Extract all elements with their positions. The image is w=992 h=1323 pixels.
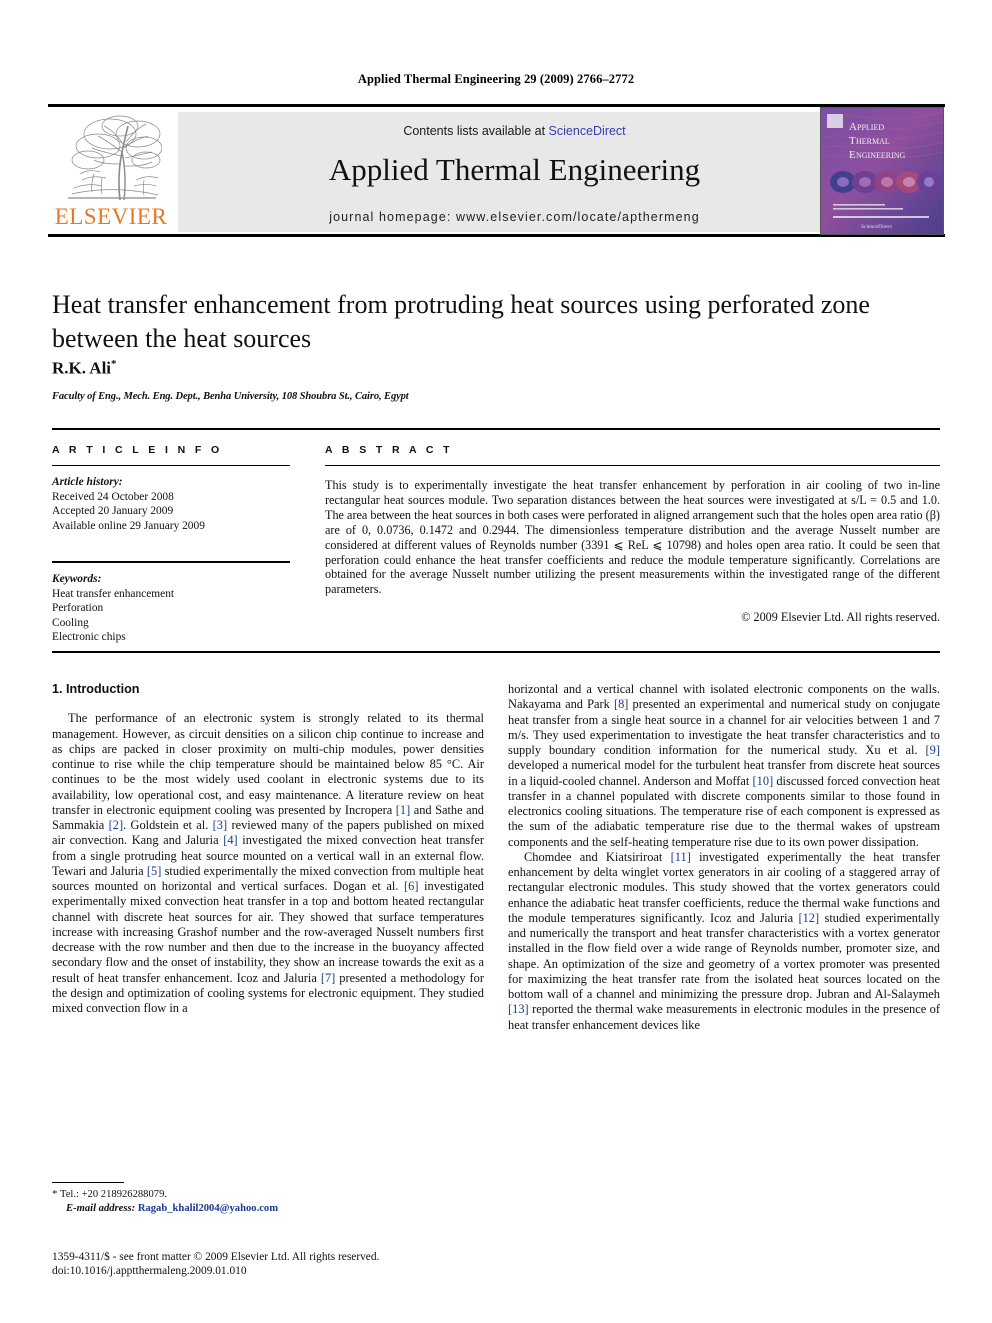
author-affiliation: Faculty of Eng., Mech. Eng. Dept., Benha… [52, 391, 409, 402]
citation-ref[interactable]: [9] [926, 743, 940, 757]
footnote-tel: Tel.: +20 218926288079. [59, 1189, 168, 1200]
article-history-label: Article history: [52, 476, 123, 488]
journal-header: ELSEVIER Contents lists available at Sci… [48, 104, 945, 237]
footnote-marker-icon: * [52, 1188, 58, 1200]
svg-text:T: T [849, 135, 856, 147]
intro-paragraph-left: The performance of an electronic system … [52, 711, 485, 1015]
abstract-divider [325, 465, 940, 466]
keywords-divider [52, 561, 290, 563]
running-head: Applied Thermal Engineering 29 (2009) 27… [357, 72, 635, 86]
footnote-email-label: E-mail address: [66, 1202, 136, 1214]
header-top-rule [48, 104, 945, 107]
citation-ref[interactable]: [5] [147, 864, 161, 878]
journal-homepage[interactable]: journal homepage: www.elsevier.com/locat… [178, 210, 851, 224]
abstract-column: A B S T R A C T This study is to experim… [325, 444, 940, 625]
svg-text:ScienceDirect: ScienceDirect [861, 224, 892, 230]
author-name: R.K. Ali* [52, 358, 117, 379]
header-bottom-rule [48, 234, 945, 237]
footer-issn-line: 1359-4311/$ - see front matter © 2009 El… [52, 1251, 380, 1263]
citation-ref[interactable]: [11] [671, 850, 691, 864]
intro-paragraph-right-1: horizontal and a vertical channel with i… [508, 682, 940, 849]
svg-text:HERMAL: HERMAL [856, 137, 890, 146]
keywords-label: Keywords: [52, 572, 102, 585]
footer-doi-line: doi:10.1016/j.apptthermaleng.2009.01.010 [52, 1265, 247, 1277]
panel-top-rule [52, 428, 940, 430]
paper-page: Applied Thermal Engineering 29 (2009) 27… [0, 0, 992, 1323]
body-column-left: 1. Introduction The performance of an el… [52, 682, 484, 1016]
footnote-block: * Tel.: +20 218926288079. E-mail address… [52, 1188, 484, 1215]
history-online: Available online 29 January 2009 [52, 519, 205, 532]
article-info-divider [52, 465, 290, 466]
footnote-tel-line: * Tel.: +20 218926288079. [52, 1188, 484, 1202]
svg-text:E: E [849, 149, 856, 161]
citation-ref[interactable]: [6] [404, 879, 418, 893]
journal-title: Applied Thermal Engineering [328, 152, 701, 187]
abstract-text: This study is to experimentally investig… [325, 478, 940, 597]
journal-banner: Contents lists available at ScienceDirec… [178, 112, 851, 232]
svg-text:A: A [849, 121, 857, 133]
citation-ref[interactable]: [2] [109, 818, 123, 832]
keyword-item: Heat transfer enhancement [52, 587, 175, 600]
keyword-item: Electronic chips [52, 631, 126, 644]
article-history-block: Article history: Received 24 October 200… [52, 475, 290, 533]
sciencedirect-link[interactable]: ScienceDirect [549, 124, 626, 138]
abstract-heading: A B S T R A C T [325, 444, 453, 456]
citation-ref[interactable]: [1] [396, 803, 410, 817]
citation-ref[interactable]: [12] [798, 911, 819, 925]
citation-ref[interactable]: [8] [614, 697, 628, 711]
citation-ref[interactable]: [4] [223, 833, 237, 847]
page-title: Heat transfer enhancement from protrudin… [52, 290, 870, 353]
citation-ref[interactable]: [13] [508, 1002, 529, 1016]
panel-bottom-rule [52, 651, 940, 653]
keyword-item: Cooling [52, 616, 89, 629]
abstract-copyright: © 2009 Elsevier Ltd. All rights reserved… [741, 610, 940, 625]
journal-cover-thumbnail: A PPLIED T HERMAL E NGINEERING ScienceDi… [820, 107, 944, 235]
history-accepted: Accepted 20 January 2009 [52, 505, 174, 518]
citation-ref[interactable]: [10] [753, 774, 774, 788]
footnote-email-link[interactable]: Ragab_khalil2004@yahoo.com [138, 1203, 278, 1214]
keywords-block: Keywords: Heat transfer enhancement Perf… [52, 572, 290, 645]
footnote-email-line: E-mail address: Ragab_khalil2004@yahoo.c… [52, 1202, 484, 1216]
footnote-rule [52, 1182, 124, 1183]
author-label: R.K. Ali [52, 358, 112, 378]
citation-ref[interactable]: [3] [213, 818, 227, 832]
body-column-right: horizontal and a vertical channel with i… [508, 682, 940, 1033]
elsevier-wordmark: ELSEVIER [54, 204, 168, 229]
contents-prefix: Contents lists available at [403, 124, 549, 138]
author-footnote-marker: * [111, 358, 117, 370]
svg-text:NGINEERING: NGINEERING [856, 151, 906, 160]
article-info-heading: A R T I C L E I N F O [52, 444, 223, 456]
article-info-column: A R T I C L E I N F O Article history: R… [52, 444, 290, 645]
contents-available-line: Contents lists available at ScienceDirec… [178, 124, 851, 138]
keyword-item: Perforation [52, 602, 104, 615]
elsevier-logo: ELSEVIER [50, 112, 172, 232]
elsevier-tree-icon [58, 114, 162, 202]
intro-paragraph-right-2: Chomdee and Kiatsiriroat [11] investigat… [508, 849, 940, 1032]
page-footer: 1359-4311/$ - see front matter © 2009 El… [52, 1250, 552, 1278]
history-received: Received 24 October 2008 [52, 490, 174, 503]
svg-text:PPLIED: PPLIED [857, 123, 884, 132]
introduction-heading: 1. Introduction [52, 682, 140, 696]
citation-ref[interactable]: [7] [321, 971, 335, 985]
